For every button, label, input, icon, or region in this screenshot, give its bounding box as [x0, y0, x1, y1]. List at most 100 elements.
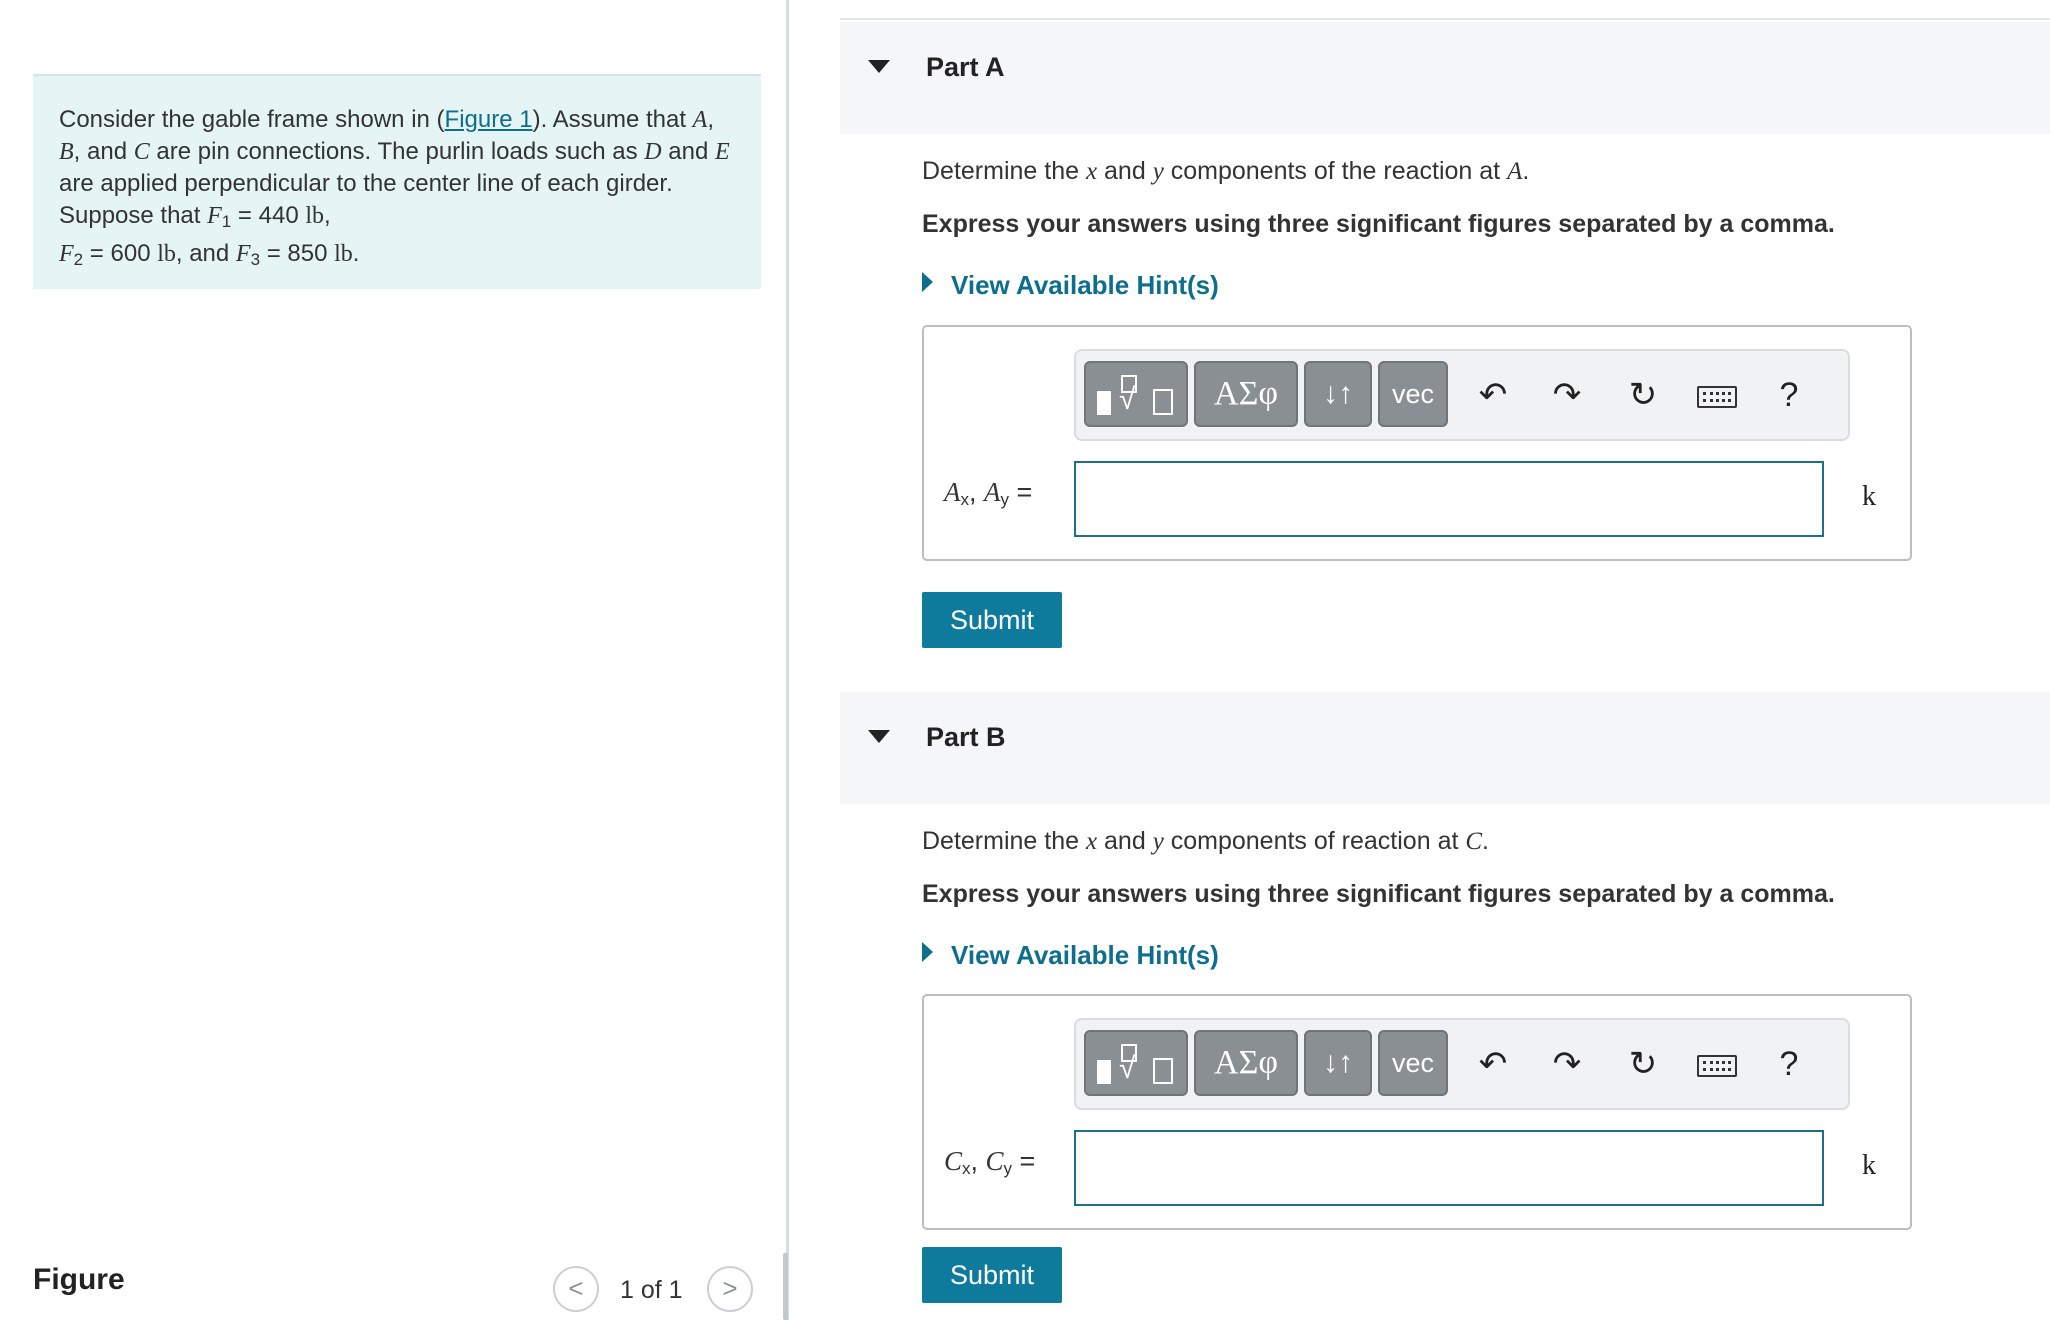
var-f3: F [235, 241, 251, 267]
part-a-instruction: Express your answers using three signifi… [922, 210, 1835, 238]
question-text: . [1482, 827, 1489, 855]
question-text: and [1097, 827, 1153, 855]
templates-button[interactable]: √ [1084, 1030, 1188, 1096]
part-b-question: Determine the x and y components of reac… [922, 827, 1489, 856]
math-toolbar: √ ΑΣφ ↓↑ vec ↶ ↷ ↻ ? [1074, 349, 1850, 441]
greek-symbols-button[interactable]: ΑΣφ [1194, 1030, 1298, 1096]
intro-text: Consider the gable frame shown in ( [59, 106, 445, 133]
intro-text: are applied perpendicular to the center … [59, 170, 673, 229]
greek-symbols-button[interactable]: ΑΣφ [1194, 361, 1298, 427]
intro-text: are pin connections. The purlin loads su… [149, 138, 645, 165]
part-b-header[interactable]: Part B [840, 692, 2050, 804]
reset-icon[interactable]: ↻ [1618, 1034, 1668, 1094]
equals-sign: = [1009, 477, 1033, 507]
part-b-instruction: Express your answers using three signifi… [922, 880, 1835, 908]
problem-intro: Consider the gable frame shown in (Figur… [33, 74, 761, 289]
figure-1-link[interactable]: Figure 1 [445, 106, 533, 133]
redo-icon[interactable]: ↷ [1542, 365, 1592, 425]
var-a: A [692, 107, 708, 133]
part-a-answer-box: √ ΑΣφ ↓↑ vec ↶ ↷ ↻ ? Ax, Ay = k [922, 325, 1912, 561]
var-a: A [984, 477, 1001, 507]
help-icon[interactable]: ? [1764, 1034, 1814, 1094]
figure-panel-title: Figure [33, 1263, 125, 1296]
collapse-caret-icon[interactable] [868, 730, 890, 743]
subscript: x [962, 1159, 971, 1178]
unit-lb: lb [305, 203, 324, 229]
reset-icon[interactable]: ↻ [1618, 365, 1668, 425]
unit-label: k [1862, 1150, 1876, 1181]
subscript-superscript-button[interactable]: ↓↑ [1304, 361, 1372, 427]
value-f2: = 600 [83, 240, 158, 267]
chevron-left-icon: < [568, 1273, 584, 1303]
subscript: 1 [221, 212, 232, 231]
var-point: A [1507, 158, 1523, 185]
part-a-answer-input[interactable] [1074, 461, 1824, 537]
var-f1: F [207, 203, 222, 229]
hint-label: View Available Hint(s) [951, 940, 1219, 970]
keyboard-shortcuts-button[interactable] [1692, 1034, 1742, 1094]
value-f3: = 850 [260, 240, 335, 267]
vector-button[interactable]: vec [1378, 1030, 1448, 1096]
equals-sign: = [1012, 1146, 1036, 1176]
intro-text: , and [175, 240, 236, 267]
label-separator: , [970, 1146, 986, 1176]
part-b-hints-link[interactable]: View Available Hint(s) [922, 940, 1219, 971]
intro-text: , [324, 202, 331, 229]
part-a-title: Part A [926, 52, 1005, 82]
var-f2: F [59, 241, 74, 267]
hint-label: View Available Hint(s) [951, 270, 1219, 300]
help-icon[interactable]: ? [1764, 365, 1814, 425]
var-a: A [944, 477, 961, 507]
var-e: E [715, 139, 730, 165]
intro-text: , and [73, 138, 134, 165]
figure-pager-count: 1 of 1 [620, 1276, 683, 1304]
var-c: C [985, 1146, 1004, 1176]
templates-button[interactable]: √ [1084, 361, 1188, 427]
next-figure-button[interactable]: > [707, 1266, 753, 1312]
intro-text: , [707, 106, 715, 133]
part-b-submit-button[interactable]: Submit [922, 1247, 1062, 1303]
templates-icon: √ [1091, 1040, 1181, 1090]
part-b-answer-input[interactable] [1074, 1130, 1824, 1206]
part-a-header[interactable]: Part A [840, 22, 2050, 134]
question-text: Determine the [922, 157, 1086, 185]
intro-text: and [661, 138, 715, 165]
intro-text: ). Assume that [532, 106, 693, 133]
var-c: C [944, 1146, 963, 1176]
part-b-answer-box: √ ΑΣφ ↓↑ vec ↶ ↷ ↻ ? Cx, Cy = k [922, 994, 1912, 1230]
keyboard-icon [1697, 1055, 1737, 1078]
caret-right-icon [922, 272, 933, 292]
var-b: B [59, 139, 74, 165]
part-b-title: Part B [926, 722, 1006, 752]
math-toolbar: √ ΑΣφ ↓↑ vec ↶ ↷ ↻ ? [1074, 1018, 1850, 1110]
subscript-superscript-button[interactable]: ↓↑ [1304, 1030, 1372, 1096]
answer-label: Cx, Cy = [944, 1146, 1035, 1179]
subscript: 2 [73, 250, 84, 269]
collapse-caret-icon[interactable] [868, 60, 890, 73]
keyboard-shortcuts-button[interactable] [1692, 365, 1742, 425]
scrollbar-thumb[interactable] [783, 1253, 788, 1320]
var-c: C [133, 139, 150, 165]
unit-lb: lb [157, 241, 176, 267]
part-a-question: Determine the x and y components of the … [922, 157, 1529, 186]
subscript: x [960, 490, 970, 509]
var-y: y [1152, 158, 1164, 185]
left-pane: Consider the gable frame shown in (Figur… [0, 0, 788, 1320]
undo-icon[interactable]: ↶ [1468, 365, 1518, 425]
answer-label: Ax, Ay = [944, 477, 1032, 510]
right-pane: Part A Determine the x and y components … [840, 0, 2050, 1320]
redo-icon[interactable]: ↷ [1542, 1034, 1592, 1094]
part-a-hints-link[interactable]: View Available Hint(s) [922, 270, 1219, 301]
intro-text: . [352, 240, 360, 267]
var-point: C [1465, 828, 1483, 855]
var-x: x [1085, 828, 1098, 855]
pane-divider[interactable] [786, 0, 789, 1320]
undo-icon[interactable]: ↶ [1468, 1034, 1518, 1094]
chevron-right-icon: > [722, 1273, 738, 1303]
question-text: components of reaction at [1163, 827, 1466, 855]
var-d: D [644, 139, 662, 165]
question-text: . [1522, 157, 1530, 185]
previous-figure-button[interactable]: < [553, 1266, 599, 1312]
part-a-submit-button[interactable]: Submit [922, 592, 1062, 648]
vector-button[interactable]: vec [1378, 361, 1448, 427]
